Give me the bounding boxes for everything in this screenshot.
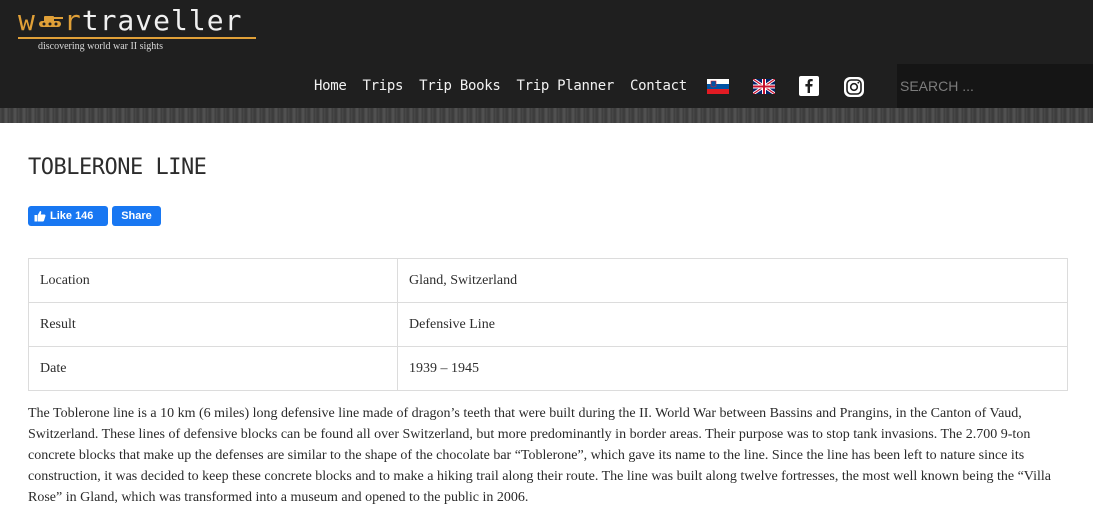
nav-trip-books[interactable]: Trip Books (419, 78, 501, 94)
site-header: w r traveller discovering world war II si… (0, 0, 1093, 108)
facts-table: Location Gland, Switzerland Result Defen… (28, 258, 1068, 391)
fact-label: Result (28, 302, 398, 347)
tank-icon (37, 4, 63, 27)
fact-label: Location (28, 258, 398, 303)
header-texture-strip (0, 108, 1093, 123)
instagram-icon[interactable] (843, 76, 864, 97)
nav-contact[interactable]: Contact (630, 78, 687, 94)
slovenia-flag-icon[interactable] (706, 78, 729, 94)
nav-trips[interactable]: Trips (363, 78, 404, 94)
facebook-icon[interactable] (798, 76, 819, 96)
fact-label: Date (28, 346, 398, 391)
thumbs-up-icon (34, 211, 46, 222)
nav-home[interactable]: Home (314, 78, 347, 94)
uk-flag-icon[interactable] (752, 77, 776, 95)
logo-letter-w: w (18, 4, 36, 37)
fact-value: Gland, Switzerland (397, 258, 1068, 303)
article-body: The Toblerone line is a 10 km (6 miles) … (28, 406, 1051, 505)
table-row: Result Defensive Line (28, 302, 1068, 347)
table-row: Date 1939 – 1945 (28, 346, 1068, 391)
like-count-label: Like 146 (50, 210, 94, 222)
nav-trip-planner[interactable]: Trip Planner (516, 78, 614, 94)
logo-letter-r: r (63, 4, 82, 37)
site-logo[interactable]: w r traveller discovering world war II si… (18, 4, 256, 52)
logo-letters-rest: traveller (81, 4, 243, 37)
facebook-like-button[interactable]: Like 146 (28, 206, 108, 226)
logo-wordmark: w r traveller (18, 4, 256, 38)
search-input[interactable] (897, 64, 1093, 108)
facebook-share-button[interactable]: Share (112, 206, 161, 226)
table-row: Location Gland, Switzerland (28, 258, 1068, 303)
main-nav: Home Trips Trip Books Trip Planner Conta… (306, 64, 875, 108)
page-title: TOBLERONE LINE (28, 155, 207, 180)
fact-value: 1939 – 1945 (397, 346, 1068, 391)
facebook-buttons: Like 146 Share (28, 206, 1067, 226)
main-content: TOBLERONE LINE Like 146 Share Location G… (0, 155, 1093, 508)
site-tagline: discovering world war II sights (38, 41, 163, 52)
fact-value: Defensive Line (397, 302, 1068, 347)
